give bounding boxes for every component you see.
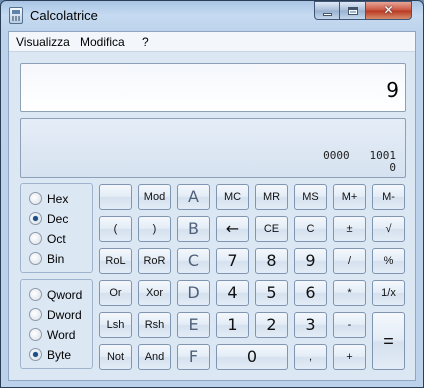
left-shift-key[interactable]: Lsh	[99, 312, 132, 338]
calculator-body: Visualizza Modifica ? 9 0000 1001 0 Hex …	[8, 31, 416, 381]
radio-button[interactable]	[29, 192, 42, 205]
radio-label: Oct	[47, 232, 66, 246]
memory-add-key[interactable]: M+	[333, 184, 366, 210]
digit-7-key[interactable]: 7	[216, 248, 249, 274]
hex-b-key[interactable]: B	[177, 216, 210, 242]
subtract-key[interactable]: -	[333, 312, 366, 338]
hex-c-key[interactable]: C	[177, 248, 210, 274]
divide-key[interactable]: /	[333, 248, 366, 274]
minimize-icon	[323, 13, 332, 16]
percent-key[interactable]: %	[372, 248, 405, 274]
bits-line-2: 0	[389, 161, 396, 174]
radio-button[interactable]	[29, 252, 42, 265]
radio-button[interactable]	[29, 328, 42, 341]
maximize-button[interactable]	[340, 1, 366, 20]
sqrt-key[interactable]: √	[372, 216, 405, 242]
xor-key[interactable]: Xor	[138, 280, 171, 306]
digit-8-key[interactable]: 8	[255, 248, 288, 274]
multiply-key[interactable]: *	[333, 280, 366, 306]
radio-label: Word	[47, 328, 76, 342]
equals-key[interactable]: =	[372, 312, 405, 370]
hex-e-key[interactable]: E	[177, 312, 210, 338]
open-paren-key[interactable]: (	[99, 216, 132, 242]
add-key[interactable]: +	[333, 344, 366, 370]
backspace-key[interactable]: ←	[216, 216, 249, 242]
close-paren-key[interactable]: )	[138, 216, 171, 242]
hex-d-key[interactable]: D	[177, 280, 210, 306]
close-button[interactable]: ✕	[366, 1, 412, 20]
mod-key[interactable]: Mod	[138, 184, 171, 210]
digit-6-key[interactable]: 6	[294, 280, 327, 306]
and-key[interactable]: And	[138, 344, 171, 370]
binary-bit-panel: 0000 1001 0	[20, 118, 406, 178]
maximize-icon	[348, 7, 358, 15]
radio-button[interactable]	[29, 232, 42, 245]
digit-3-key[interactable]: 3	[294, 312, 327, 338]
menu-bar: Visualizza Modifica ?	[9, 32, 415, 52]
digit-0-key[interactable]: 0	[216, 344, 288, 370]
radio-label: Dword	[47, 308, 82, 322]
calculator-window: Calcolatrice ✕ Visualizza Modifica ? 9 0…	[0, 0, 424, 388]
menu-help[interactable]: ?	[142, 35, 149, 49]
radio-label: Qword	[47, 288, 83, 302]
title-bar[interactable]: Calcolatrice ✕	[1, 1, 423, 31]
radio-button[interactable]	[29, 308, 42, 321]
hex-a-key[interactable]: A	[177, 184, 210, 210]
radio-button[interactable]	[29, 348, 42, 361]
display-value: 9	[386, 78, 399, 102]
digit-9-key[interactable]: 9	[294, 248, 327, 274]
rotate-right-key[interactable]: RoR	[138, 248, 171, 274]
memory-clear-key[interactable]: MC	[216, 184, 249, 210]
clear-entry-key[interactable]: CE	[255, 216, 288, 242]
right-shift-key[interactable]: Rsh	[138, 312, 171, 338]
decimal-key[interactable]: ,	[294, 344, 327, 370]
memory-subtract-key[interactable]: M-	[372, 184, 405, 210]
or-key[interactable]: Or	[99, 280, 132, 306]
window-title: Calcolatrice	[30, 8, 98, 23]
digit-5-key[interactable]: 5	[255, 280, 288, 306]
calculator-app-icon	[9, 7, 23, 24]
negate-key[interactable]: ±	[333, 216, 366, 242]
clear-key[interactable]: C	[294, 216, 327, 242]
radio-button[interactable]	[29, 288, 42, 301]
result-display: 9	[20, 63, 406, 112]
radio-label: Dec	[47, 212, 69, 226]
radio-label: Bin	[47, 252, 65, 266]
digit-4-key[interactable]: 4	[216, 280, 249, 306]
rotate-left-key[interactable]: RoL	[99, 248, 132, 274]
close-icon: ✕	[383, 3, 394, 17]
minimize-button[interactable]	[314, 1, 340, 20]
radio-label: Hex	[47, 192, 69, 206]
digit-1-key[interactable]: 1	[216, 312, 249, 338]
word-size-group: Qword Dword Word Byte	[20, 279, 93, 369]
memory-store-key[interactable]: MS	[294, 184, 327, 210]
menu-modifica[interactable]: Modifica	[80, 35, 125, 49]
menu-visualizza[interactable]: Visualizza	[16, 35, 70, 49]
not-key[interactable]: Not	[99, 344, 132, 370]
hex-f-key[interactable]: F	[177, 344, 210, 370]
digit-2-key[interactable]: 2	[255, 312, 288, 338]
radio-label: Byte	[47, 348, 72, 362]
reciprocal-key[interactable]: 1/x	[372, 280, 405, 306]
bits-line-1: 0000 1001	[323, 149, 396, 162]
number-base-group: Hex Dec Oct Bin	[20, 183, 93, 273]
radio-button[interactable]	[29, 212, 42, 225]
memory-recall-key[interactable]: MR	[255, 184, 288, 210]
blank-key[interactable]	[99, 184, 132, 210]
